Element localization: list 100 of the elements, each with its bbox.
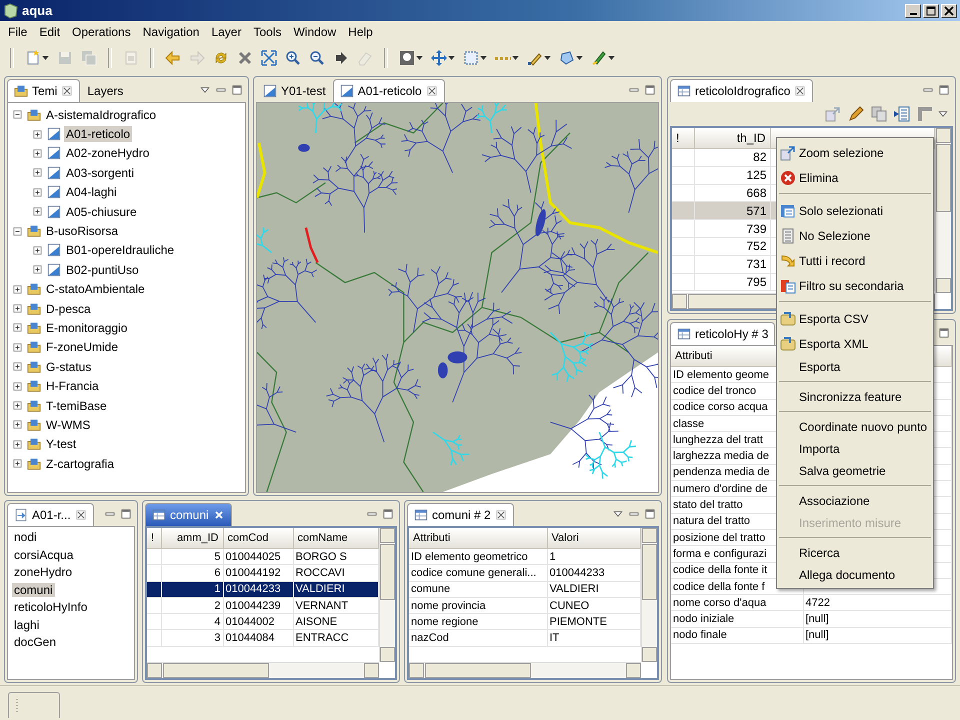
- tree-item[interactable]: C-statoAmbientale: [44, 281, 147, 298]
- menu-item[interactable]: Layer: [205, 23, 248, 41]
- selection-rectangle-icon: [463, 50, 479, 66]
- menu-item[interactable]: Salva geometrie: [777, 460, 933, 482]
- table-cell: 01044084: [223, 630, 293, 646]
- menu-item[interactable]: Sincronizza feature: [777, 386, 933, 408]
- tree-item[interactable]: A04-laghi: [64, 184, 119, 200]
- table-cell: ID elemento geome: [673, 368, 769, 381]
- column-header[interactable]: Attributi: [409, 528, 547, 548]
- tree-item[interactable]: E-monitoraggio: [44, 320, 130, 336]
- maximize-button[interactable]: [923, 4, 939, 18]
- table-row[interactable]: 1 010044233 VALDIERI: [147, 581, 378, 598]
- vertical-scrollbar[interactable]: [641, 528, 657, 662]
- column-header[interactable]: amm_ID: [161, 528, 223, 548]
- menu-item[interactable]: Edit: [33, 23, 66, 41]
- menu-item[interactable]: Help: [342, 23, 379, 41]
- table-row[interactable]: 5 010044025 BORGO S: [147, 548, 378, 565]
- column-header[interactable]: !: [672, 128, 694, 148]
- tree-item[interactable]: Y-test: [44, 436, 78, 452]
- folder-icon: [27, 398, 41, 413]
- tree-item[interactable]: F-zoneUmide: [44, 339, 120, 356]
- tree-item[interactable]: A01-reticolo: [64, 126, 132, 142]
- maximize-icon: [382, 508, 394, 520]
- list-item[interactable]: laghi: [12, 618, 42, 632]
- table-row[interactable]: 4 01044002 AISONE: [147, 614, 378, 630]
- tree-item[interactable]: A03-sorgenti: [64, 164, 136, 181]
- tab[interactable]: reticoloIdrografico: [670, 79, 814, 102]
- tree-item[interactable]: A05-chiusure: [64, 204, 139, 220]
- tab[interactable]: Temi: [7, 79, 80, 102]
- menu-item[interactable]: Importa: [777, 438, 933, 460]
- table-row[interactable]: 2 010044239 VERNANT: [147, 597, 378, 614]
- menu-item[interactable]: Allega documento: [777, 564, 933, 586]
- column-header[interactable]: !: [147, 528, 161, 548]
- table-cell: 01044002: [223, 614, 293, 630]
- folder-icon: [27, 302, 41, 316]
- column-header[interactable]: comCod: [223, 528, 293, 548]
- table-cell: nome regione: [409, 614, 547, 630]
- list-item[interactable]: corsiAcqua: [12, 548, 76, 562]
- tab[interactable]: comuni # 2: [407, 503, 514, 526]
- tab[interactable]: reticoloHy # 3: [670, 322, 776, 345]
- maximize-icon: [938, 326, 950, 338]
- folder-icon: [27, 437, 41, 452]
- tab[interactable]: comuni: [145, 503, 232, 526]
- tree-item[interactable]: A-sistemaIdrografico: [44, 106, 158, 123]
- maximize-icon: [644, 84, 656, 96]
- horizontal-scrollbar[interactable]: [147, 662, 379, 678]
- menu-item[interactable]: Operations: [66, 23, 137, 41]
- caret-icon: [512, 56, 519, 60]
- table-cell: 752: [694, 237, 770, 256]
- layer-icon: [47, 127, 61, 142]
- tree-item[interactable]: B02-puntiUso: [64, 262, 141, 278]
- menu-item[interactable]: Zoom selezione: [777, 140, 933, 165]
- tree-item[interactable]: G-status: [44, 358, 94, 375]
- tree-item[interactable]: D-pesca: [44, 300, 93, 317]
- tree-item[interactable]: H-Francia: [44, 378, 101, 394]
- menu-item[interactable]: Filtro su secondaria: [777, 273, 933, 298]
- table-row[interactable]: 3 01044084 ENTRACC: [147, 630, 378, 646]
- folder-icon: [27, 340, 41, 354]
- tree-item[interactable]: T-temiBase: [44, 398, 109, 414]
- minimize-button[interactable]: [905, 4, 921, 18]
- table-cell: 4722: [806, 596, 830, 609]
- menu-item[interactable]: Esporta CSV: [777, 306, 933, 331]
- menu-item[interactable]: Associazione: [777, 490, 933, 512]
- tree-item[interactable]: A02-zoneHydro: [64, 145, 152, 162]
- column-header[interactable]: comName: [293, 528, 378, 548]
- list-item[interactable]: nodi: [12, 530, 39, 544]
- expand-arrows-icon: [261, 50, 277, 66]
- vertical-scrollbar[interactable]: [935, 128, 951, 293]
- table-cell: PIEMONTE: [547, 614, 640, 630]
- tab[interactable]: Y01-test: [256, 79, 333, 102]
- close-button[interactable]: [941, 4, 957, 18]
- layer-icon: [47, 166, 61, 180]
- menu-item[interactable]: Ricerca: [777, 542, 933, 564]
- tree-item[interactable]: B01-opereIdrauliche: [64, 242, 176, 258]
- menu-item[interactable]: Coordinate nuovo punto: [777, 416, 933, 438]
- tab[interactable]: A01-r...: [7, 503, 94, 526]
- table-icon: [677, 84, 691, 98]
- column-header[interactable]: Valori: [547, 528, 640, 548]
- tree-item[interactable]: W-WMS: [44, 416, 92, 433]
- menu-item[interactable]: Navigation: [136, 23, 206, 41]
- column-header[interactable]: th_ID: [694, 128, 770, 148]
- list-item[interactable]: zoneHydro: [12, 565, 74, 579]
- list-item[interactable]: reticoloHyInfo: [12, 600, 90, 614]
- table-cell: 5: [161, 548, 223, 565]
- caret-icon: [416, 56, 423, 60]
- vertical-scrollbar[interactable]: [379, 528, 395, 662]
- menu-item[interactable]: Window: [287, 23, 342, 41]
- menu-item[interactable]: File: [2, 23, 34, 41]
- folder-icon: [27, 282, 41, 296]
- table-row[interactable]: 6 010044192 ROCCAVI: [147, 564, 378, 582]
- horizontal-scrollbar[interactable]: [409, 662, 641, 678]
- tree-item[interactable]: B-usoRisorsa: [44, 223, 120, 240]
- tab[interactable]: Layers: [80, 79, 130, 102]
- tab[interactable]: A01-reticolo: [332, 79, 445, 102]
- menu-item[interactable]: Tools: [247, 23, 288, 41]
- table-cell: codice corso acqua: [673, 401, 768, 414]
- layer-icon: [47, 204, 61, 219]
- list-item[interactable]: comuni: [12, 582, 55, 596]
- list-item[interactable]: docGen: [12, 635, 58, 649]
- tree-item[interactable]: Z-cartografia: [44, 456, 116, 472]
